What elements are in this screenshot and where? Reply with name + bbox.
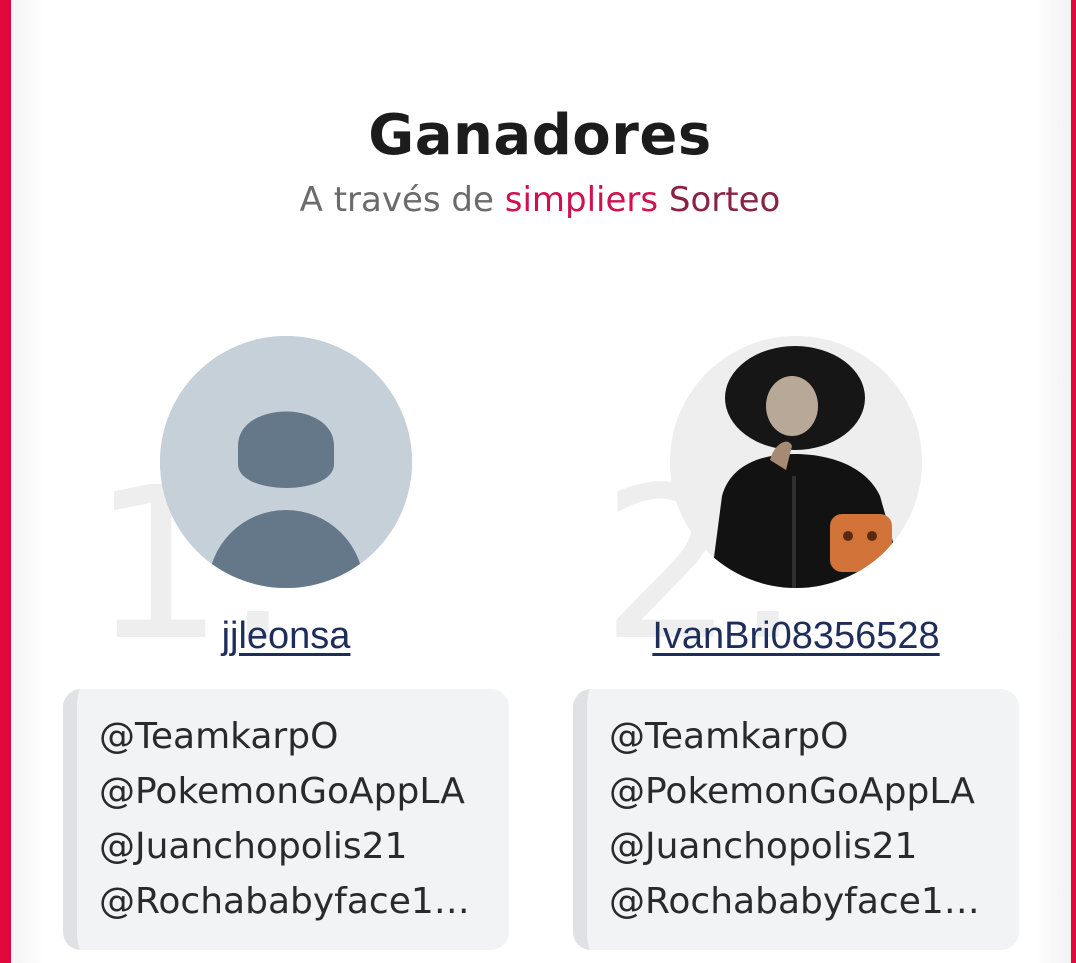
left-accent-border <box>0 0 11 963</box>
left-page-margin <box>11 0 41 963</box>
right-page-margin <box>1039 0 1071 963</box>
mentions-box: @TeamkarpO @PokemonGoAppLA @Juanchopolis… <box>573 689 1019 950</box>
winner-username-link[interactable]: jjleonsa <box>61 615 511 658</box>
profile-photo-icon <box>670 336 922 588</box>
mentions-box: @TeamkarpO @PokemonGoAppLA @Juanchopolis… <box>63 689 509 950</box>
mention-item: @Rochababyface1… <box>99 881 470 922</box>
mention-item: @PokemonGoAppLA <box>99 771 465 812</box>
winner-username-link[interactable]: IvanBri08356528 <box>571 615 1021 658</box>
mention-item: @Rochababyface1… <box>609 881 980 922</box>
winners-card: Ganadores A través de simpliers Sorteo 1… <box>41 0 1039 963</box>
mention-item: @PokemonGoAppLA <box>609 771 975 812</box>
avatar[interactable] <box>160 336 412 588</box>
default-avatar-icon <box>160 336 412 588</box>
winner-card: 2. IvanBri08356528 @TeamkarpO @PokemonGo… <box>571 0 1021 963</box>
avatar[interactable] <box>670 336 922 588</box>
mention-item: @Juanchopolis21 <box>99 826 408 867</box>
mention-item: @Juanchopolis21 <box>609 826 918 867</box>
mention-item: @TeamkarpO <box>609 716 849 757</box>
mention-item: @TeamkarpO <box>99 716 339 757</box>
right-accent-border <box>1071 0 1076 963</box>
winner-card: 1. jjleonsa @TeamkarpO @PokemonGoAppLA @… <box>61 0 511 963</box>
